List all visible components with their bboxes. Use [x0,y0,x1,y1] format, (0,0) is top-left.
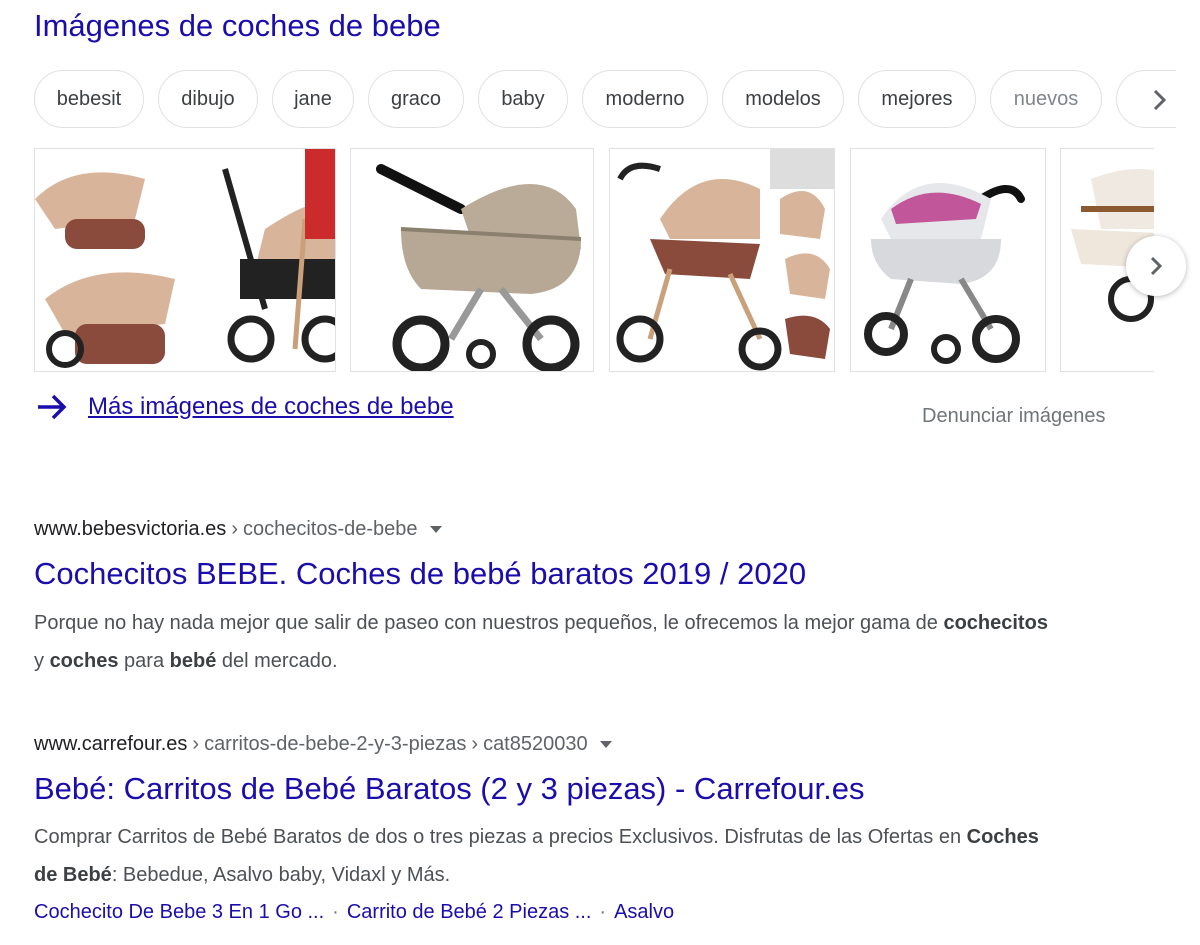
chip-baby[interactable]: baby [478,70,568,128]
result-path: carritos-de-bebe-2-y-3-piezas [204,733,467,755]
sitelink[interactable]: Asalvo [614,901,674,923]
report-images-link[interactable]: Denunciar imágenes [922,405,1105,428]
result-1-title[interactable]: Cochecitos BEBE. Coches de bebé baratos … [34,556,806,592]
result-path: cochecitos-de-bebe [242,518,418,540]
result-2-url[interactable]: www.carrefour.es › carritos-de-bebe-2-y-… [34,733,612,756]
result-site: www.bebesvictoria.es [34,518,227,540]
more-images-label[interactable]: Más imágenes de coches de bebe [88,393,454,421]
caret-down-icon[interactable] [429,526,442,533]
thumbnails-next-button[interactable] [1126,236,1186,296]
result-2-snippet: Comprar Carritos de Bebé Baratos de dos … [34,818,1054,894]
breadcrumb-separator: › [231,518,238,540]
sitelink[interactable]: Cochecito De Bebe 3 En 1 Go ... [34,901,324,923]
images-section-title[interactable]: Imágenes de coches de bebe [34,8,441,44]
result-1-snippet: Porque no hay nada mejor que salir de pa… [34,604,1054,680]
image-thumbnails [34,148,1154,374]
chip-bebesit[interactable]: bebesit [34,70,144,128]
snippet-bold-text: coches [49,650,119,672]
snippet-text: y [34,650,50,672]
thumbnail-2[interactable] [350,148,594,372]
breadcrumb-separator: › [192,733,200,755]
sitelink-separator: · [332,901,339,923]
chips-next-button[interactable] [1140,80,1180,120]
thumbnail-3[interactable] [609,148,835,372]
thumbnail-1[interactable] [34,148,336,372]
chevron-right-icon [1153,89,1167,111]
snippet-text: : Bebedue, Asalvo baby, Vidaxl y Más. [111,864,451,886]
result-site: www.carrefour.es [34,733,188,755]
stroller-image [851,149,1045,371]
chevron-right-icon [1150,256,1163,276]
snippet-text: para [118,650,170,672]
result-2-sitelinks: Cochecito De Bebe 3 En 1 Go ... · Carrito … [34,901,674,924]
chip-nuevos[interactable]: nuevos [990,70,1102,128]
snippet-text: Porque no hay nada mejor que salir de pa… [34,612,944,634]
chip-jane[interactable]: jane [272,70,354,128]
more-images-link[interactable]: Más imágenes de coches de bebe [34,392,454,422]
snippet-text: del mercado. [216,650,338,672]
breadcrumb-separator: › [471,733,479,755]
stroller-image [35,149,335,371]
caret-down-icon[interactable] [599,741,612,748]
related-chips: bebesit dibujo jane graco baby moderno m… [34,70,1200,130]
snippet-bold-text: bebé [169,650,217,672]
chip-dibujo[interactable]: dibujo [158,70,258,128]
sitelink[interactable]: Carrito de Bebé 2 Piezas ... [347,901,592,923]
chip-mejores[interactable]: mejores [858,70,976,128]
arrow-right-icon [38,394,67,420]
result-2-title[interactable]: Bebé: Carritos de Bebé Baratos (2 y 3 pi… [34,771,865,807]
result-1-url[interactable]: www.bebesvictoria.es › cochecitos-de-beb… [34,518,442,541]
snippet-text: Comprar Carritos de Bebé Baratos de dos … [34,826,967,848]
snippet-bold-text: cochecitos [943,612,1048,634]
chip-modelos[interactable]: modelos [722,70,844,128]
result-path: cat8520030 [483,733,588,755]
thumbnail-4[interactable] [850,148,1046,372]
chip-graco[interactable]: graco [368,70,464,128]
stroller-image [610,149,834,371]
stroller-image [351,149,593,371]
sitelink-separator: · [599,901,607,923]
chip-moderno[interactable]: moderno [582,70,708,128]
